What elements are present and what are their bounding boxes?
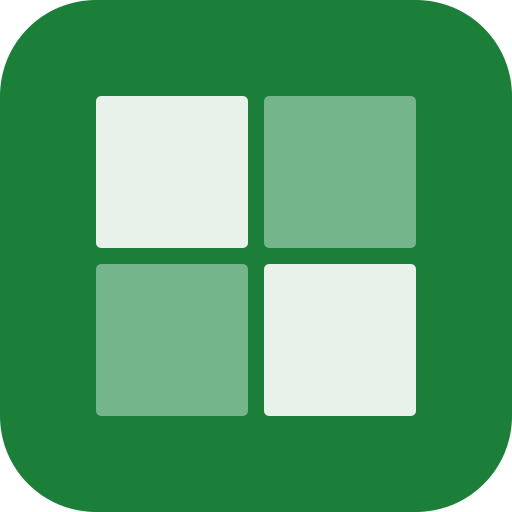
tile-top-left-icon (96, 96, 248, 248)
tile-bottom-right-icon (264, 264, 416, 416)
tile-top-right-icon (264, 96, 416, 248)
grid-app-icon[interactable] (0, 0, 512, 512)
tile-bottom-left-icon (96, 264, 248, 416)
